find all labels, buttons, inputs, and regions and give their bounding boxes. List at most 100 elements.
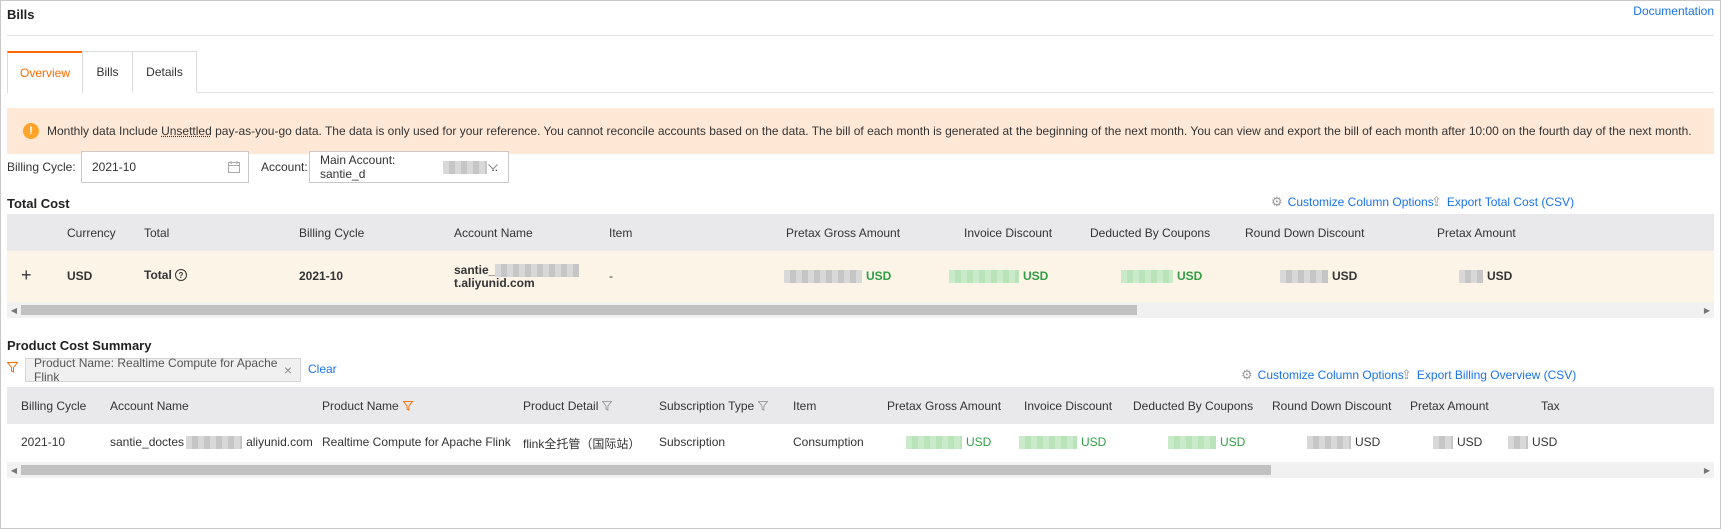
col-deducted-coupons: Deducted By Coupons [1090,225,1211,240]
filter-chip-label: Product Name: Realtime Compute for Apach… [34,356,278,384]
currency-usd: USD [1023,269,1049,283]
col-subscription-type: Subscription Type [659,398,769,413]
currency-usd: USD [1487,269,1513,283]
info-icon: ! [23,123,39,139]
scroll-left-arrow[interactable]: ◀ [7,462,21,478]
calendar-icon [228,161,240,173]
redacted-text [442,160,488,174]
tabs-divider [197,92,1714,93]
unsettled-term: Unsettled [161,124,212,138]
total-cost-title: Total Cost [7,196,70,211]
account-line1-text: santie_ [454,263,496,277]
col-product-name: Product Name [322,399,413,413]
col-currency: Currency [67,225,116,240]
clear-filter-link[interactable]: Clear [308,362,337,376]
cell-item: - [609,269,613,283]
redacted-amount [1121,270,1173,284]
account-select[interactable]: Main Account: santie_d .. [309,151,509,183]
tab-details[interactable]: Details [132,51,197,92]
export-billing-overview-label: Export Billing Overview (CSV) [1416,368,1577,382]
documentation-link[interactable]: Documentation [1633,4,1714,18]
currency-usd: USD [1457,435,1483,449]
product-name-label: Product Name [322,398,399,413]
subscription-type-label: Subscription Type [659,398,755,413]
col-item: Item [609,225,633,240]
chevron-down-icon [488,164,498,170]
expand-icon[interactable]: + [21,265,32,286]
export-total-cost-button[interactable]: ⇪ Export Total Cost (CSV) [1431,194,1574,210]
col-pretax-amount: Pretax Amount [1410,398,1489,413]
tab-bills[interactable]: Bills [82,51,133,92]
filter-icon[interactable] [758,401,769,412]
tab-overview[interactable]: Overview [7,51,83,93]
filter-icon[interactable] [602,401,613,412]
cell-product-detail: flink全托管（国际站） [523,437,641,451]
scroll-right-arrow[interactable]: ▶ [1700,462,1714,478]
col-account-name: Account Name [454,225,533,240]
redacted-amount [1508,436,1528,450]
cell-total: Total ? [144,268,188,282]
product-filter-chip: Product Name: Realtime Compute for Apach… [25,356,301,384]
billing-cycle-value: 2021-10 [92,160,137,174]
notice-banner: ! Monthly data Include Unsettled pay-as-… [7,108,1714,154]
total-cost-scrollbar[interactable]: ◀ ▶ [7,302,1714,318]
account-label: Account: [261,160,308,174]
cell-invoice-discount: USD [949,269,1049,284]
cell-billing-cycle: 2021-10 [299,269,344,283]
close-icon[interactable]: × [284,362,292,378]
export-icon: ⇪ [1431,194,1442,209]
redacted-amount [784,270,862,284]
cell-product-name: Realtime Compute for Apache Flink [322,435,511,449]
customize-columns-label: Customize Column Options [1257,368,1404,382]
table-row: 2021-10 santie_doctes aliyunid.com Realti… [7,424,1714,462]
currency-usd: USD [866,269,892,283]
account-pre-text: santie_doctes [110,435,185,449]
page-title: Bills [7,7,35,22]
product-summary-scrollbar[interactable]: ◀ ▶ [7,462,1714,478]
col-pretax-amount: Pretax Amount [1437,225,1516,240]
col-item: Item [793,398,817,413]
customize-columns-button[interactable]: ⚙ Customize Column Options [1271,194,1434,210]
product-summary-title: Product Cost Summary [7,338,152,353]
col-invoice-discount: Invoice Discount [1024,398,1113,413]
col-pretax-gross: Pretax Gross Amount [887,398,1002,413]
svg-text:?: ? [179,271,184,280]
currency-usd: USD [1220,435,1246,449]
export-icon: ⇪ [1401,367,1412,382]
redacted-amount [949,270,1019,284]
export-total-cost-label: Export Total Cost (CSV) [1446,195,1575,209]
redacted-amount [1280,270,1328,284]
cell-pretax-amount: USD [1459,269,1513,284]
scrollbar-thumb[interactable] [21,305,1137,315]
currency-usd: USD [1355,435,1381,449]
header-divider [7,35,1714,36]
currency-usd: USD [966,435,992,449]
total-label: Total [144,268,172,282]
scroll-left-arrow[interactable]: ◀ [7,302,21,318]
cell-pretax-amount: USD [1433,435,1483,450]
cell-pretax-gross: USD [906,435,992,450]
cell-round-down: USD [1280,269,1357,284]
notice-text: Monthly data Include Unsettled pay-as-yo… [47,124,1692,138]
cell-round-down: USD [1307,435,1381,450]
redacted-amount [1433,436,1453,450]
cell-deducted-coupons: USD [1168,435,1246,450]
account-post-text: aliyunid.com [246,435,313,449]
col-product-detail: Product Detail [523,398,613,413]
col-pretax-gross: Pretax Gross Amount [786,225,901,240]
currency-usd: USD [1532,435,1558,449]
customize-columns-label: Customize Column Options [1287,195,1434,209]
billing-cycle-picker[interactable]: 2021-10 [81,151,249,183]
filter-icon[interactable] [402,401,413,412]
account-value: Main Account: santie_d [320,153,396,181]
scroll-right-arrow[interactable]: ▶ [1700,302,1714,318]
billing-cycle-label: Billing Cycle: [7,160,76,174]
help-icon[interactable]: ? [175,269,188,281]
product-detail-label: Product Detail [523,398,599,413]
scrollbar-thumb[interactable] [21,465,1271,475]
redacted-amount [1307,436,1351,450]
cell-billing-cycle: 2021-10 [21,435,66,449]
export-billing-overview-button[interactable]: ⇪ Export Billing Overview (CSV) [1401,367,1576,383]
cell-account-name: santie_doctes aliyunid.com [110,435,313,450]
customize-columns-button-2[interactable]: ⚙ Customize Column Options [1241,367,1404,383]
